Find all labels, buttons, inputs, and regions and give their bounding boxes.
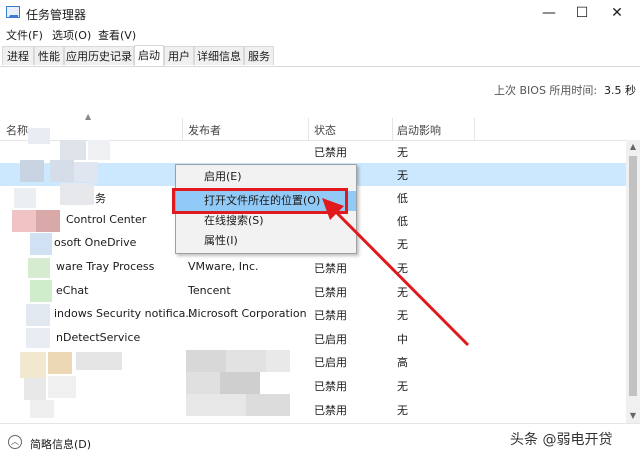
row-impact: 无 bbox=[397, 262, 408, 275]
tab-bar: 进程 性能 应用历史记录 启动 用户 详细信息 服务 bbox=[0, 44, 640, 67]
row-impact: 低 bbox=[397, 192, 408, 205]
tab-processes[interactable]: 进程 bbox=[2, 46, 34, 65]
row-status: 已禁用 bbox=[314, 380, 347, 393]
fewer-details-link[interactable]: 简略信息(D) bbox=[30, 436, 91, 452]
watermark: 头条 @弱电开贷 bbox=[510, 432, 613, 448]
tab-services[interactable]: 服务 bbox=[244, 46, 274, 65]
row-name: eChat bbox=[56, 284, 89, 297]
menu-bar: 文件(F) 选项(O) 查看(V) bbox=[0, 26, 640, 44]
row-impact: 无 bbox=[397, 380, 408, 393]
row-impact: 中 bbox=[397, 333, 408, 346]
scrollbar-thumb[interactable] bbox=[629, 156, 637, 396]
row-name: 务 bbox=[95, 192, 106, 205]
row-status: 已启用 bbox=[314, 333, 347, 346]
column-divider[interactable] bbox=[308, 118, 309, 140]
table-row[interactable]: 已禁用 无 bbox=[0, 398, 626, 421]
column-divider[interactable] bbox=[392, 118, 393, 140]
scroll-down-icon[interactable]: ▼ bbox=[626, 409, 640, 423]
row-impact: 低 bbox=[397, 215, 408, 228]
column-status[interactable]: 状态 bbox=[314, 122, 336, 138]
table-row[interactable]: ware Tray Process VMware, Inc. 已禁用 无 bbox=[0, 256, 626, 279]
row-status: 已启用 bbox=[314, 356, 347, 369]
row-impact: 无 bbox=[397, 169, 408, 182]
menu-item-properties[interactable]: 属性(I) bbox=[176, 231, 356, 251]
menu-view[interactable]: 查看(V) bbox=[98, 27, 136, 43]
row-publisher: Microsoft Corporation bbox=[188, 307, 307, 320]
vertical-scrollbar[interactable]: ▲ ▼ bbox=[626, 140, 640, 423]
close-button[interactable]: ✕ bbox=[594, 0, 640, 26]
column-divider[interactable] bbox=[474, 118, 475, 140]
menu-item-enable[interactable]: 启用(E) bbox=[176, 167, 356, 187]
tab-app-history[interactable]: 应用历史记录 bbox=[64, 46, 134, 65]
row-name: nDetectService bbox=[56, 331, 141, 344]
tab-performance[interactable]: 性能 bbox=[34, 46, 64, 65]
row-status: 已禁用 bbox=[314, 404, 347, 417]
menu-item-label: 启用(E) bbox=[204, 170, 242, 183]
row-impact: 无 bbox=[397, 309, 408, 322]
row-status: 已禁用 bbox=[314, 146, 347, 159]
table-row[interactable]: 已禁用 无 bbox=[0, 374, 626, 397]
row-impact: 无 bbox=[397, 146, 408, 159]
task-manager-icon bbox=[6, 6, 20, 18]
title-bar: 任务管理器 — ☐ ✕ bbox=[0, 0, 640, 26]
tab-users[interactable]: 用户 bbox=[164, 46, 194, 65]
bios-time-label: 上次 BIOS 所用时间: bbox=[494, 84, 598, 97]
row-publisher: VMware, Inc. bbox=[188, 260, 259, 273]
row-status: 已禁用 bbox=[314, 262, 347, 275]
tab-details[interactable]: 详细信息 bbox=[194, 46, 244, 65]
row-name: indows Security notifica... bbox=[54, 307, 196, 320]
menu-item-search-online[interactable]: 在线搜索(S) bbox=[176, 211, 356, 231]
row-name: ware Tray Process bbox=[56, 260, 155, 273]
chevron-up-icon[interactable]: ︿ bbox=[8, 435, 22, 449]
column-startup-impact[interactable]: 启动影响 bbox=[397, 122, 441, 138]
table-row[interactable]: nDetectService 已启用 中 bbox=[0, 327, 626, 350]
menu-file[interactable]: 文件(F) bbox=[6, 27, 43, 43]
tab-startup[interactable]: 启动 bbox=[134, 45, 164, 66]
window-title: 任务管理器 bbox=[26, 8, 87, 22]
menu-item-label: 属性(I) bbox=[204, 234, 238, 247]
column-name[interactable]: 名称 bbox=[6, 122, 28, 138]
scroll-up-icon[interactable]: ▲ bbox=[626, 140, 640, 154]
menu-options[interactable]: 选项(O) bbox=[52, 27, 91, 43]
bios-time-value: 3.5 秒 bbox=[604, 84, 636, 97]
table-row[interactable]: eChat Tencent 已禁用 无 bbox=[0, 280, 626, 303]
row-publisher: Tencent bbox=[188, 284, 231, 297]
menu-item-label: 在线搜索(S) bbox=[204, 214, 264, 227]
column-header: 名称 发布者 状态 启动影响 bbox=[0, 118, 640, 141]
row-impact: 无 bbox=[397, 238, 408, 251]
column-divider[interactable] bbox=[182, 118, 183, 140]
row-impact: 高 bbox=[397, 356, 408, 369]
row-status: 已禁用 bbox=[314, 309, 347, 322]
table-row[interactable]: indows Security notifica... Microsoft Co… bbox=[0, 303, 626, 326]
row-name: Control Center bbox=[66, 213, 147, 226]
row-status: 已禁用 bbox=[314, 286, 347, 299]
row-impact: 无 bbox=[397, 404, 408, 417]
row-impact: 无 bbox=[397, 286, 408, 299]
annotation-highlight-box bbox=[172, 188, 348, 214]
row-name: osoft OneDrive bbox=[54, 236, 137, 249]
column-publisher[interactable]: 发布者 bbox=[188, 122, 221, 138]
